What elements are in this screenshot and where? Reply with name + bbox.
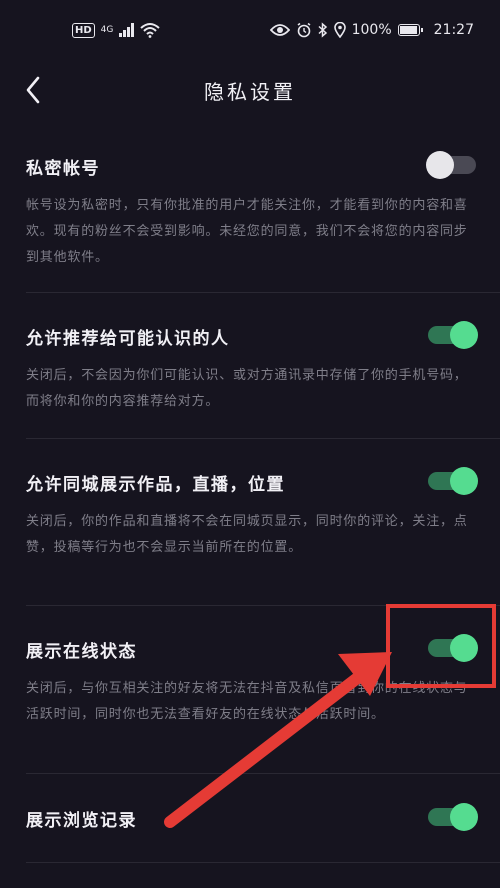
annotation-arrow-icon [164,652,392,828]
